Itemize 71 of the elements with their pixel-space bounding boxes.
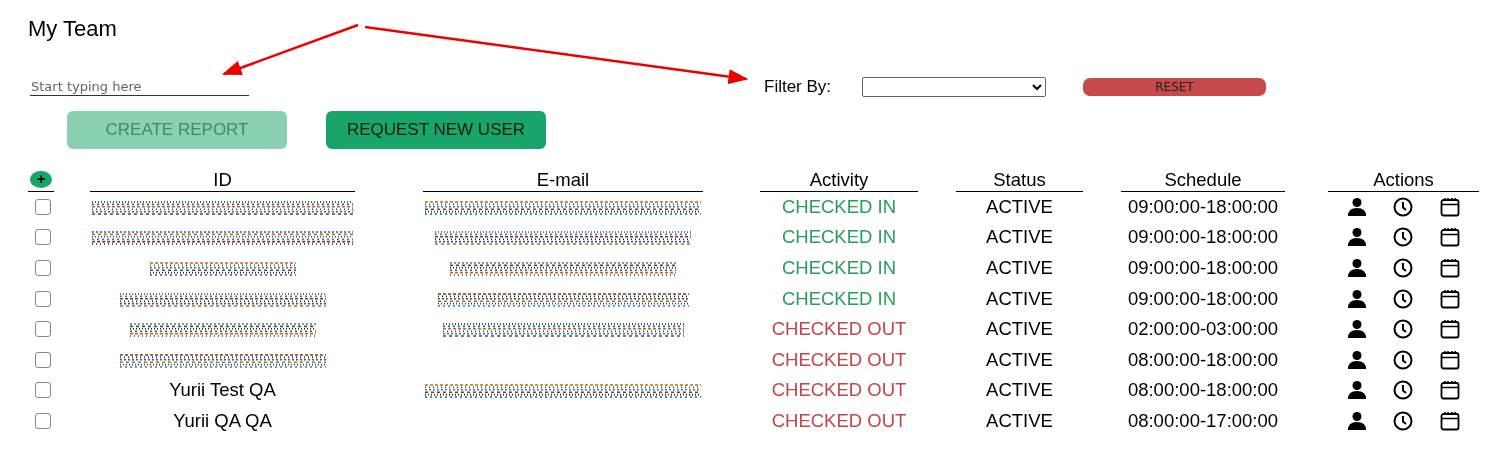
row-checkbox[interactable] (35, 290, 51, 307)
clock-icon[interactable] (1393, 196, 1414, 217)
calendar-icon[interactable] (1439, 411, 1460, 432)
table-cell: ACTIVE (986, 318, 1053, 341)
table-cell: ACTIVE (986, 410, 1053, 433)
person-icon[interactable] (1347, 288, 1368, 309)
table-cell: 09:00:00-18:00:00 (1127, 287, 1279, 310)
table-cell: 09:00:00-18:00:00 (1127, 257, 1279, 280)
activity-status: CHECKED OUT (771, 410, 907, 433)
calendar-icon[interactable] (1439, 288, 1460, 309)
person-icon[interactable] (1347, 227, 1368, 248)
row-checkbox[interactable] (35, 229, 51, 246)
table-cell: Yurii Test QA (169, 379, 276, 402)
reset-button[interactable]: RESET (1083, 78, 1266, 96)
table-cell: ACTIVE (986, 379, 1053, 402)
column-header: E-mail (423, 168, 703, 192)
person-icon[interactable] (1347, 258, 1368, 279)
clock-icon[interactable] (1393, 380, 1414, 401)
row-checkbox[interactable] (35, 198, 51, 215)
table-cell: ACTIVE (986, 348, 1053, 371)
calendar-icon[interactable] (1439, 349, 1460, 370)
row-checkbox[interactable] (35, 382, 51, 399)
table-cell: 09:00:00-18:00:00 (1127, 195, 1279, 218)
row-checkbox[interactable] (35, 321, 51, 338)
table-cell: 08:00:00-18:00:00 (1127, 348, 1279, 371)
clock-icon[interactable] (1393, 411, 1414, 432)
column-header: Activity (760, 168, 918, 192)
person-icon[interactable] (1347, 349, 1368, 370)
clock-icon[interactable] (1393, 288, 1414, 309)
toolbar-button[interactable]: REQUEST NEW USER (326, 111, 546, 149)
column-header: ID (90, 168, 355, 192)
clock-icon[interactable] (1393, 319, 1414, 340)
person-icon[interactable] (1347, 196, 1368, 217)
table-cell: ACTIVE (986, 226, 1053, 249)
search-field[interactable]: Start typing here (30, 78, 249, 96)
table-cell: ACTIVE (986, 257, 1053, 280)
activity-status: CHECKED IN (781, 287, 897, 310)
table-cell: 08:00:00-18:00:00 (1127, 379, 1279, 402)
calendar-icon[interactable] (1439, 380, 1460, 401)
clock-icon[interactable] (1393, 349, 1414, 370)
activity-status: CHECKED OUT (771, 379, 907, 402)
table-cell: ACTIVE (986, 195, 1053, 218)
column-header: Actions (1328, 168, 1479, 192)
calendar-icon[interactable] (1439, 227, 1460, 248)
person-icon[interactable] (1347, 411, 1368, 432)
column-header: Schedule (1121, 168, 1285, 192)
clock-icon[interactable] (1393, 258, 1414, 279)
table-cell: ACTIVE (986, 287, 1053, 310)
activity-status: CHECKED IN (781, 226, 897, 249)
activity-status: CHECKED IN (781, 195, 897, 218)
column-header: Status (956, 168, 1083, 192)
filter-label: Filter By: (764, 77, 833, 97)
activity-status: CHECKED OUT (771, 348, 907, 371)
calendar-icon[interactable] (1439, 258, 1460, 279)
add-button[interactable]: + (30, 171, 52, 189)
activity-status: CHECKED IN (781, 257, 897, 280)
person-icon[interactable] (1347, 319, 1368, 340)
person-icon[interactable] (1347, 380, 1368, 401)
row-checkbox[interactable] (35, 351, 51, 368)
table-cell: 09:00:00-18:00:00 (1127, 226, 1279, 249)
table-cell: 02:00:00-03:00:00 (1127, 318, 1279, 341)
row-checkbox[interactable] (35, 413, 51, 430)
filter-dropdown[interactable] (862, 77, 1046, 97)
table-cell: 08:00:00-17:00:00 (1127, 410, 1279, 433)
table-cell: Yurii QA QA (173, 410, 272, 433)
row-checkbox[interactable] (35, 260, 51, 277)
activity-status: CHECKED OUT (771, 318, 907, 341)
calendar-icon[interactable] (1439, 196, 1460, 217)
calendar-icon[interactable] (1439, 319, 1460, 340)
page-title: My Team (28, 15, 118, 43)
clock-icon[interactable] (1393, 227, 1414, 248)
